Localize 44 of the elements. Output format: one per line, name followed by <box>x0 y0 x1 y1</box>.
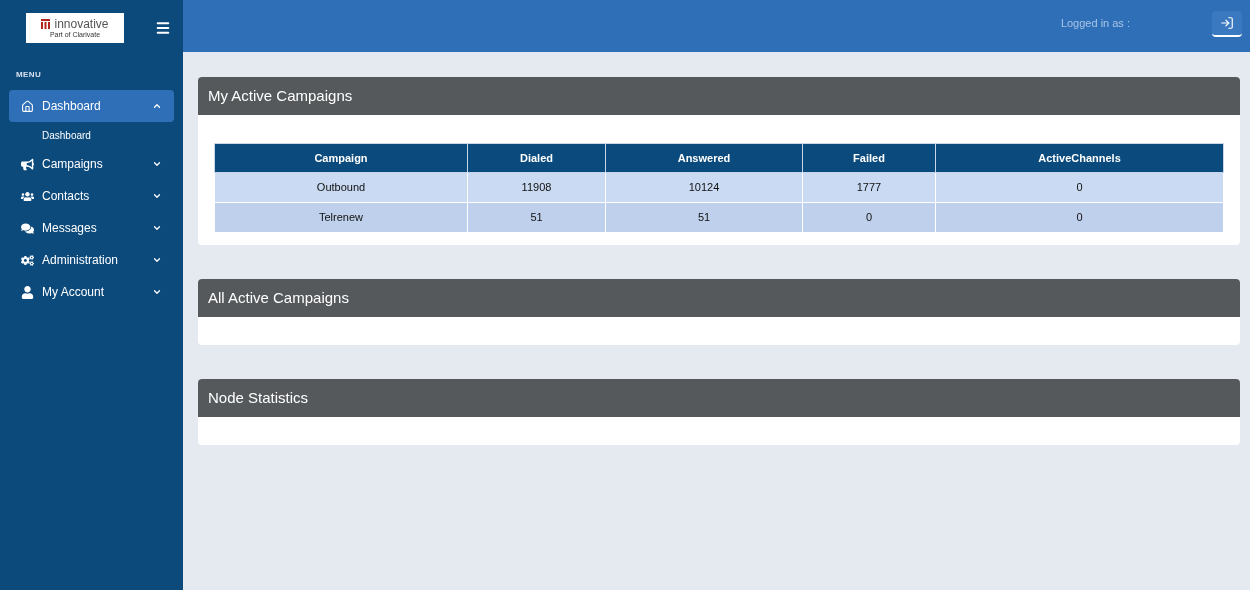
caret-icon <box>152 159 162 169</box>
sidebar-item[interactable]: Administration <box>9 244 174 276</box>
login-icon <box>1220 16 1234 30</box>
table-cell: 0 <box>935 172 1224 203</box>
panel-title: My Active Campaigns <box>198 77 1240 115</box>
sidebar-item[interactable]: Contacts <box>9 180 174 212</box>
column-header: Failed <box>802 143 936 173</box>
table-cell: 51 <box>605 202 803 233</box>
sidebar-item[interactable]: My Account <box>9 276 174 308</box>
panel-title: All Active Campaigns <box>198 279 1240 317</box>
gears-icon <box>21 253 35 267</box>
column-header: Campaign <box>214 143 468 173</box>
table-cell: 10124 <box>605 172 803 203</box>
table-cell: 0 <box>802 202 936 233</box>
menu-heading: MENU <box>15 69 43 81</box>
users-icon <box>21 189 35 203</box>
sidebar-subitem[interactable]: Dashboard <box>9 122 174 148</box>
caret-icon <box>152 223 162 233</box>
menu-icon[interactable] <box>155 19 171 36</box>
panel-title: Node Statistics <box>198 379 1240 417</box>
sidebar-item[interactable]: Messages <box>9 212 174 244</box>
logged-in-label: Logged in as : <box>1060 16 1130 31</box>
logo-mark-icon <box>41 18 51 29</box>
table-cell: 1777 <box>802 172 936 203</box>
megaphone-icon <box>21 157 35 171</box>
table-cell: 51 <box>467 202 606 233</box>
column-header: Answered <box>605 143 803 173</box>
sidebar-item[interactable]: Dashboard <box>9 90 174 122</box>
caret-icon <box>152 255 162 265</box>
column-header: ActiveChannels <box>935 143 1224 173</box>
table-cell: 0 <box>935 202 1224 233</box>
sidebar-item[interactable]: Campaigns <box>9 148 174 180</box>
caret-icon <box>152 287 162 297</box>
table-cell: Outbound <box>214 172 468 203</box>
login-button[interactable] <box>1212 11 1242 37</box>
home-icon <box>21 99 35 113</box>
chat-icon <box>21 221 35 235</box>
table-cell: 11908 <box>467 172 606 203</box>
caret-icon <box>152 101 162 111</box>
logo-text: innovative <box>54 17 109 30</box>
table-cell: Telrenew <box>214 202 468 233</box>
user-icon <box>21 285 35 299</box>
caret-icon <box>152 191 162 201</box>
column-header: Dialed <box>467 143 606 173</box>
